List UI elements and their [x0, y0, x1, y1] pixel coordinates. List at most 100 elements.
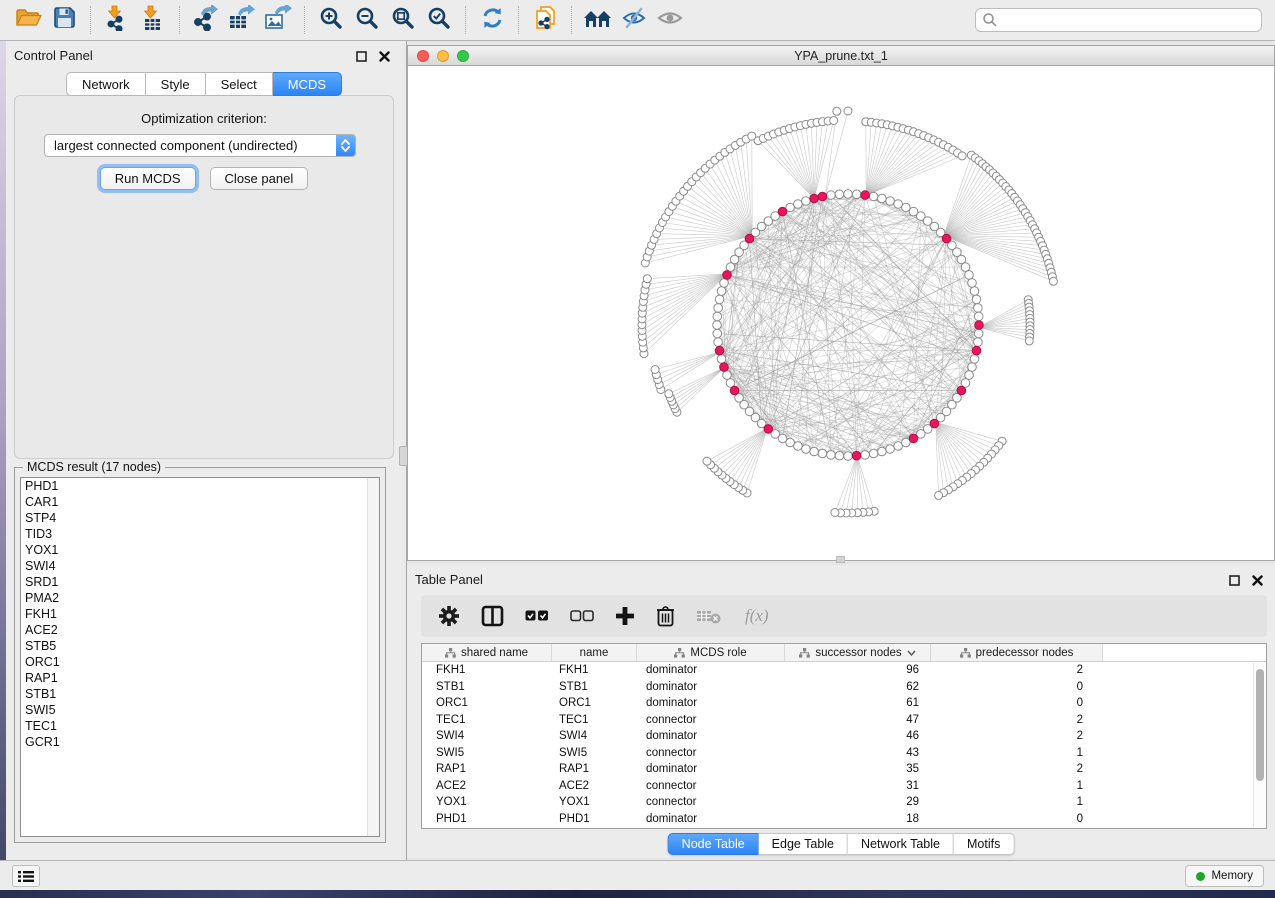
network-node[interactable] [852, 190, 861, 199]
traffic-zoom-icon[interactable] [457, 50, 469, 62]
network-leaf-node[interactable] [1049, 277, 1057, 285]
network-node[interactable] [974, 304, 983, 313]
network-node[interactable] [723, 371, 732, 380]
mcds-node[interactable] [942, 234, 951, 243]
add-icon[interactable] [615, 606, 635, 626]
network-node[interactable] [844, 190, 853, 199]
column-header-successor-nodes[interactable]: successor nodes [785, 644, 931, 661]
network-node[interactable] [970, 355, 979, 364]
network-node[interactable] [810, 447, 819, 456]
table-row-ACE2[interactable]: ACE2ACE2connector311 [422, 778, 1266, 795]
export-network-button[interactable] [188, 4, 224, 36]
search-input[interactable] [998, 12, 1261, 28]
network-node[interactable] [713, 321, 722, 330]
mcds-result-item[interactable]: ACE2 [21, 622, 379, 638]
column-header-shared-name[interactable]: shared name [422, 644, 552, 661]
mcds-node[interactable] [818, 192, 827, 201]
gear-icon[interactable] [438, 605, 460, 627]
mcds-result-item[interactable]: PHD1 [21, 478, 379, 494]
mcds-result-item[interactable]: YOX1 [21, 542, 379, 558]
network-node[interactable] [794, 442, 803, 451]
column-header-predecessor-nodes[interactable]: predecessor nodes [931, 644, 1103, 661]
mcds-result-item[interactable]: CAR1 [21, 494, 379, 510]
mcds-node[interactable] [810, 194, 819, 203]
import-table-button[interactable] [135, 4, 171, 36]
network-node[interactable] [961, 263, 970, 272]
network-leaf-node[interactable] [643, 275, 651, 283]
mcds-node[interactable] [730, 386, 739, 395]
network-node[interactable] [878, 447, 887, 456]
run-mcds-button[interactable]: Run MCDS [100, 167, 196, 190]
network-node[interactable] [713, 329, 722, 338]
close-table-panel-icon[interactable] [1252, 573, 1263, 591]
network-node[interactable] [965, 271, 974, 280]
mcds-result-item[interactable]: PMA2 [21, 590, 379, 606]
column-header-MCDS-role[interactable]: MCDS role [637, 644, 785, 661]
mcds-result-item[interactable]: STP4 [21, 510, 379, 526]
mcds-node[interactable] [930, 419, 939, 428]
float-table-panel-icon[interactable] [1229, 573, 1240, 591]
table-row-FKH1[interactable]: FKH1FKH1dominator962 [422, 662, 1266, 679]
mcds-node[interactable] [861, 191, 870, 200]
network-node[interactable] [968, 279, 977, 288]
save-button[interactable] [46, 4, 82, 36]
network-node[interactable] [894, 200, 903, 209]
mcds-result-item[interactable]: SWI4 [21, 558, 379, 574]
mcds-result-item[interactable]: STB5 [21, 638, 379, 654]
tab-node-table[interactable]: Node Table [668, 833, 759, 855]
network-node[interactable] [878, 194, 887, 203]
network-node[interactable] [972, 295, 981, 304]
refresh-button[interactable] [474, 4, 510, 36]
network-leaf-node[interactable] [665, 390, 673, 398]
network-node[interactable] [827, 451, 836, 460]
network-node[interactable] [869, 449, 878, 458]
network-leaf-node[interactable] [830, 117, 838, 125]
network-node[interactable] [794, 200, 803, 209]
network-node[interactable] [715, 295, 724, 304]
network-node[interactable] [894, 442, 903, 451]
network-node[interactable] [802, 197, 811, 206]
mcds-result-item[interactable]: TID3 [21, 526, 379, 542]
export-table-button[interactable] [224, 4, 260, 36]
horizontal-splitter-handle[interactable] [836, 556, 845, 563]
network-node[interactable] [965, 371, 974, 380]
mcds-node[interactable] [745, 234, 754, 243]
task-history-button[interactable] [12, 865, 40, 887]
network-leaf-node[interactable] [651, 366, 659, 374]
tab-mcds[interactable]: MCDS [273, 72, 342, 96]
traffic-minimize-icon[interactable] [437, 50, 449, 62]
network-canvas[interactable] [407, 66, 1275, 561]
network-leaf-node[interactable] [831, 509, 839, 517]
network-node[interactable] [970, 287, 979, 296]
mcds-node[interactable] [975, 321, 984, 330]
deselect-all-icon[interactable] [570, 610, 594, 622]
mcds-result-item[interactable]: SRD1 [21, 574, 379, 590]
mcds-result-item[interactable]: ORC1 [21, 654, 379, 670]
close-panel-icon[interactable] [379, 49, 390, 67]
mcds-node[interactable] [723, 271, 732, 280]
network-node[interactable] [968, 363, 977, 372]
table-scrollbar[interactable] [1253, 663, 1265, 827]
tab-style[interactable]: Style [146, 72, 206, 96]
split-pane-icon[interactable] [481, 605, 504, 627]
mcds-result-item[interactable]: FKH1 [21, 606, 379, 622]
select-all-icon[interactable] [525, 610, 549, 622]
network-node[interactable] [861, 451, 870, 460]
memory-button[interactable]: Memory [1185, 865, 1264, 887]
tab-network[interactable]: Network [66, 72, 146, 96]
tab-select[interactable]: Select [206, 72, 273, 96]
clone-network-button[interactable] [527, 4, 563, 36]
mcds-node[interactable] [764, 425, 773, 434]
export-image-button[interactable] [260, 4, 296, 36]
mcds-node[interactable] [972, 346, 981, 355]
table-row-RAP1[interactable]: RAP1RAP1dominator352 [422, 761, 1266, 778]
table-row-ORC1[interactable]: ORC1ORC1dominator610 [422, 695, 1266, 712]
network-node[interactable] [844, 452, 853, 461]
tab-network-table[interactable]: Network Table [848, 833, 954, 855]
network-leaf-node[interactable] [844, 107, 852, 115]
network-node[interactable] [827, 191, 836, 200]
table-scrollbar-thumb[interactable] [1256, 669, 1264, 781]
table-row-PHD1[interactable]: PHD1PHD1dominator180 [422, 811, 1266, 828]
eye-slash-button[interactable] [616, 4, 652, 36]
network-node[interactable] [717, 287, 726, 296]
